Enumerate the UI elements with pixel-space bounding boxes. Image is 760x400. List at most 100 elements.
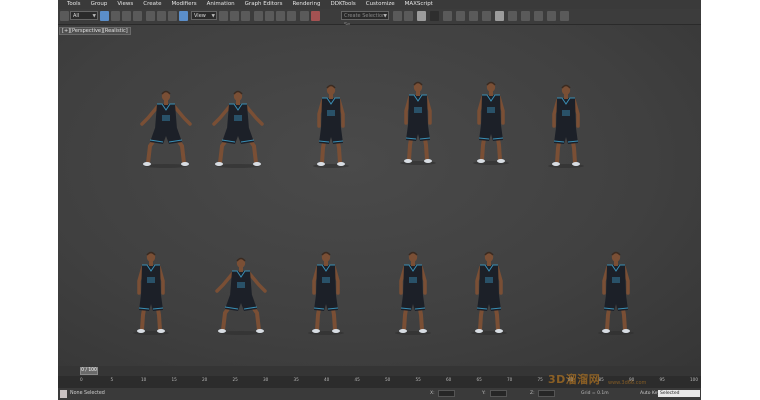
track-bar[interactable]: 0 5 10 15 20 25 30 35 40 45 50 55 60 65 70 75 80 85 90 95 10… (58, 376, 701, 388)
select-by-name-icon[interactable] (111, 11, 120, 21)
undo-icon[interactable] (60, 11, 69, 21)
menu-customize[interactable]: Customize (361, 0, 400, 9)
menu-maxscript[interactable]: MAXScript (400, 0, 438, 9)
menu-create[interactable]: Create (138, 0, 166, 9)
time-slider[interactable]: 0 / 100 (80, 367, 98, 375)
percent-snap-icon[interactable] (276, 11, 285, 21)
player-figure[interactable] (469, 250, 509, 337)
perspective-viewport[interactable]: [+][Perspective][Realistic] (58, 25, 701, 367)
player-figure[interactable] (311, 83, 351, 170)
menu-bar: Tools Group Views Create Modifiers Anima… (58, 0, 701, 9)
frame-tick-label: 95 (659, 377, 665, 382)
status-message: None Selected (70, 391, 105, 396)
frame-tick-label: 55 (415, 377, 421, 382)
select-object-icon[interactable] (100, 11, 109, 21)
frame-tick-label: 50 (385, 377, 391, 382)
grid-size: Grid = 0.1m (581, 391, 609, 396)
frame-tick-label: 30 (263, 377, 269, 382)
menu-views[interactable]: Views (112, 0, 138, 9)
y-label: Y: (482, 391, 486, 396)
frame-tick-label: 60 (446, 377, 452, 382)
viewport-label[interactable]: [+][Perspective][Realistic] (59, 27, 131, 35)
layer-manager-icon[interactable] (417, 11, 426, 21)
frame-tick-label: 65 (476, 377, 482, 382)
player-figure[interactable] (212, 89, 264, 170)
reference-coord-value: View (194, 13, 206, 19)
reference-coord-dropdown[interactable]: View ▼ (191, 11, 217, 20)
window-crossing-icon[interactable] (133, 11, 142, 21)
watermark-url: www.3d66.com (608, 380, 647, 386)
3dsmax-window: Tools Group Views Create Modifiers Anima… (58, 0, 701, 400)
curve-editor-icon[interactable] (443, 11, 452, 21)
player-figure[interactable] (596, 250, 636, 337)
render-setup-icon[interactable] (482, 11, 491, 21)
frame-tick-label: 40 (324, 377, 330, 382)
frame-tick-label: 35 (293, 377, 299, 382)
z-coordinate-field[interactable] (538, 390, 555, 397)
frame-tick-label: 45 (354, 377, 360, 382)
rect-selection-icon[interactable] (122, 11, 131, 21)
activeshade-icon[interactable] (534, 11, 543, 21)
rotate-icon[interactable] (157, 11, 166, 21)
menu-tools[interactable]: Tools (58, 0, 86, 9)
chevron-down-icon: ▼ (383, 14, 387, 19)
z-label: Z: (530, 391, 535, 396)
chevron-down-icon: ▼ (211, 14, 215, 19)
angle-snap-icon[interactable] (265, 11, 274, 21)
manipulate-icon[interactable] (230, 11, 239, 21)
select-manipulate-icon[interactable] (179, 11, 188, 21)
frame-tick-label: 75 (537, 377, 543, 382)
player-figure[interactable] (140, 89, 192, 170)
player-figure[interactable] (215, 256, 267, 337)
menu-modifiers[interactable]: Modifiers (167, 0, 202, 9)
rendered-frame-window-icon[interactable] (495, 11, 504, 21)
frame-tick-label: 20 (202, 377, 208, 382)
render-production-icon[interactable] (508, 11, 517, 21)
frame-tick-label: 25 (232, 377, 238, 382)
y-coordinate-field[interactable] (490, 390, 507, 397)
player-figure[interactable] (471, 80, 511, 167)
snaps-toggle-icon[interactable] (254, 11, 263, 21)
teapot-render-icon[interactable] (560, 11, 569, 21)
spinner-snap-icon[interactable] (287, 11, 296, 21)
move-icon[interactable] (146, 11, 155, 21)
frame-tick-label: 15 (171, 377, 177, 382)
menu-rendering[interactable]: Rendering (287, 0, 325, 9)
player-figure[interactable] (393, 250, 433, 337)
frame-tick-label: 5 (110, 377, 114, 382)
render-iterative-icon[interactable] (521, 11, 530, 21)
selection-filter-value: All (73, 13, 80, 19)
player-figure[interactable] (546, 83, 586, 170)
render-online-icon[interactable] (547, 11, 556, 21)
player-figure[interactable] (398, 80, 438, 167)
selection-filter-dropdown[interactable]: All ▼ (70, 11, 98, 20)
mirror-tool-icon[interactable] (393, 11, 402, 21)
pivot-center-icon[interactable] (219, 11, 228, 21)
x-coordinate-field[interactable] (438, 390, 455, 397)
menu-graph-editors[interactable]: Graph Editors (240, 0, 288, 9)
keyboard-shortcut-icon[interactable] (241, 11, 250, 21)
schematic-view-icon[interactable] (456, 11, 465, 21)
menu-ddktools[interactable]: DDKTools (326, 0, 361, 9)
edit-named-selection-icon[interactable] (300, 11, 309, 21)
material-editor-icon[interactable] (469, 11, 478, 21)
frame-tick-label: 100 (690, 377, 698, 382)
graphite-toolbar-icon[interactable] (430, 11, 439, 21)
watermark: 3D溜溜网 (548, 373, 601, 386)
chevron-down-icon: ▼ (92, 14, 96, 19)
player-figure[interactable] (306, 250, 346, 337)
menu-group[interactable]: Group (86, 0, 113, 9)
key-mode-dropdown[interactable]: Selected (658, 390, 700, 397)
main-toolbar: All ▼ View ▼ Create Selection Se▼ (58, 9, 701, 28)
mirror-icon[interactable] (311, 11, 320, 21)
time-slider-track[interactable]: 0 / 100 (58, 366, 701, 376)
frame-tick-label: 10 (141, 377, 147, 382)
menu-animation[interactable]: Animation (202, 0, 240, 9)
status-bar: None Selected X: Y: Z: Grid = 0.1m Auto … (58, 388, 701, 400)
scale-icon[interactable] (168, 11, 177, 21)
maxscript-listener-swatch[interactable] (60, 390, 67, 398)
basketball-player-figures (131, 80, 636, 337)
player-figure[interactable] (131, 250, 171, 337)
align-icon[interactable] (404, 11, 413, 21)
named-selection-dropdown[interactable]: Create Selection Se▼ (341, 11, 389, 28)
